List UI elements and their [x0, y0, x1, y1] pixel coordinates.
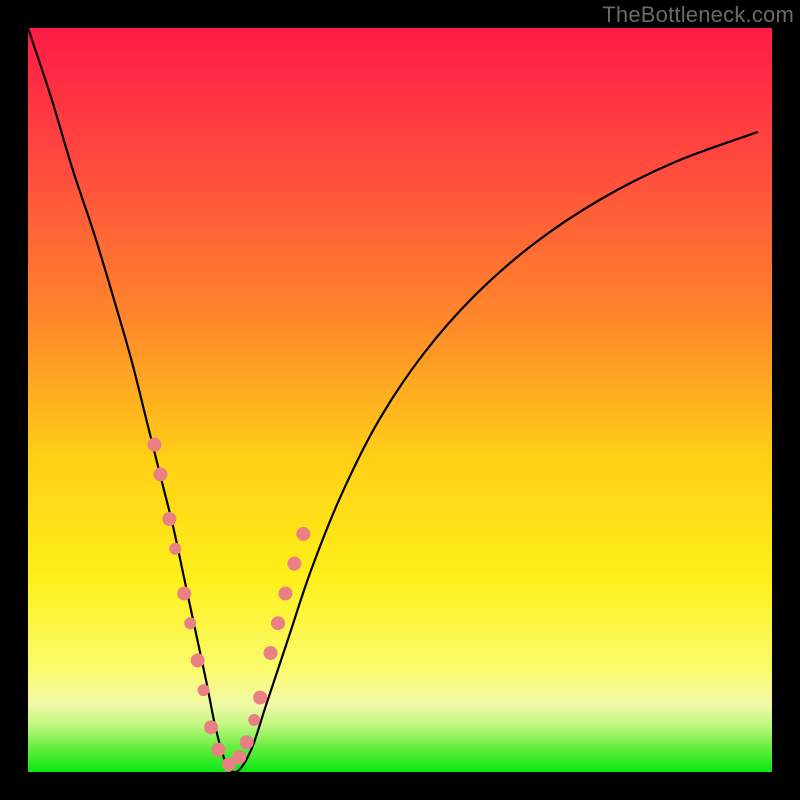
highlight-dot	[153, 467, 167, 481]
highlight-dot	[177, 586, 191, 600]
highlight-dot	[198, 684, 210, 696]
bottleneck-curve	[28, 28, 757, 772]
highlight-dot	[184, 617, 196, 629]
highlight-dot	[211, 743, 225, 757]
highlight-dot	[204, 720, 218, 734]
highlight-dot	[162, 512, 176, 526]
highlight-dot	[271, 616, 285, 630]
highlight-dot	[147, 438, 161, 452]
highlight-dot	[191, 653, 205, 667]
highlight-dot	[296, 527, 310, 541]
highlight-dot	[278, 586, 292, 600]
highlight-dot	[248, 714, 260, 726]
chart-frame: TheBottleneck.com	[0, 0, 800, 800]
highlight-dot	[253, 691, 267, 705]
highlight-dot	[287, 557, 301, 571]
watermark-text: TheBottleneck.com	[602, 2, 794, 28]
highlight-dot	[169, 543, 181, 555]
plot-area	[28, 28, 772, 772]
chart-svg	[28, 28, 772, 772]
highlight-dot	[264, 646, 278, 660]
highlight-dots	[147, 438, 310, 772]
highlight-dot	[240, 735, 254, 749]
highlight-dot	[232, 750, 246, 764]
